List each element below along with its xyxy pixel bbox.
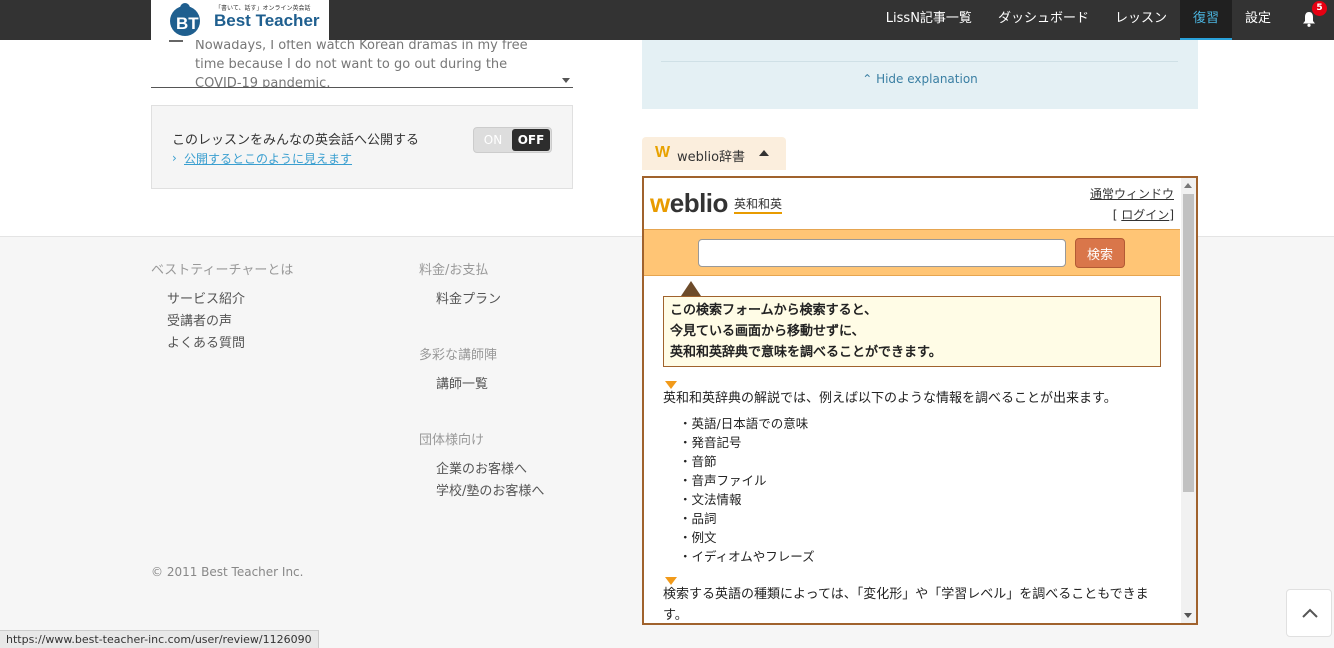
login-link[interactable]: ログイン bbox=[1121, 208, 1169, 222]
back-to-top-button[interactable] bbox=[1286, 589, 1332, 637]
publish-panel: このレッスンをみんなの英会話へ公開する ON OFF › 公開するとこのように見… bbox=[151, 105, 573, 189]
scrollbar-thumb[interactable] bbox=[1183, 194, 1194, 492]
main-nav: LissN記事一覧 ダッシュボード レッスン 復習 設定 5 bbox=[873, 0, 1334, 40]
list-item: 例文 bbox=[679, 528, 815, 547]
nav-lesson[interactable]: レッスン bbox=[1102, 0, 1180, 40]
chevron-up-icon bbox=[1302, 608, 1318, 618]
weblio-search-input[interactable] bbox=[698, 239, 1066, 267]
footer-link-faq[interactable]: よくある質問 bbox=[167, 332, 245, 351]
publish-label: このレッスンをみんなの英会話へ公開する bbox=[172, 133, 420, 148]
weblio-dictionary-frame: weblio 英和和英 通常ウィンドウ [ ログイン] 検索 この検索フォームか… bbox=[642, 176, 1198, 625]
weblio-search-button[interactable]: 検索 bbox=[1075, 238, 1125, 268]
weblio-dictionary-tab[interactable]: W weblio辞書 bbox=[642, 137, 786, 170]
hide-explanation-button[interactable]: ⌃ Hide explanation bbox=[642, 72, 1198, 86]
weblio-subtitle-link[interactable]: 英和和英 bbox=[734, 195, 783, 214]
explanation-panel: ⌃ Hide explanation bbox=[642, 40, 1198, 109]
weblio-scrollbar[interactable] bbox=[1181, 178, 1196, 623]
footer-heading-pricing: 料金/お支払 bbox=[419, 263, 489, 278]
weblio-feature-list: 英語/日本語での意味 発音記号 音節 音声ファイル 文法情報 品詞 例文 イディ… bbox=[679, 414, 815, 566]
explanation-divider bbox=[661, 61, 1178, 62]
weblio-search-bar: 検索 bbox=[644, 229, 1180, 276]
list-item: 音節 bbox=[679, 452, 815, 471]
list-item: 品詞 bbox=[679, 509, 815, 528]
footer-heading-about: ベストティーチャーとは bbox=[151, 263, 294, 278]
top-navigation-bar: BT 「書いて、話す」オンライン英会話 Best Teacher LissN記事… bbox=[0, 0, 1334, 40]
status-bar-url: https://www.best-teacher-inc.com/user/re… bbox=[0, 630, 319, 648]
scroll-down-icon bbox=[562, 78, 570, 83]
scroll-up-icon bbox=[1184, 183, 1192, 188]
text-area-scrollbar[interactable] bbox=[560, 40, 573, 87]
footer-link-voices[interactable]: 受講者の声 bbox=[167, 310, 232, 329]
weblio-w-icon: W bbox=[655, 144, 671, 161]
list-item: 英語/日本語での意味 bbox=[679, 414, 815, 433]
normal-window-link[interactable]: 通常ウィンドウ bbox=[1090, 185, 1174, 202]
toggle-on-label: ON bbox=[483, 133, 503, 147]
list-item: 音声ファイル bbox=[679, 471, 815, 490]
caret-up-icon bbox=[759, 150, 769, 156]
nav-lissn-articles[interactable]: LissN記事一覧 bbox=[873, 0, 985, 40]
footer-link-business[interactable]: 企業のお客様へ bbox=[436, 458, 527, 477]
scroll-down-icon bbox=[1184, 613, 1192, 618]
publish-toggle[interactable]: ON OFF bbox=[473, 127, 552, 153]
notification-badge: 5 bbox=[1312, 1, 1327, 16]
list-item: 発音記号 bbox=[679, 433, 815, 452]
best-teacher-logo[interactable]: BT 「書いて、話す」オンライン英会話 Best Teacher bbox=[151, 0, 329, 40]
answer-text: Nowadays, I often watch Korean dramas in… bbox=[195, 40, 528, 88]
nav-dashboard[interactable]: ダッシュボード bbox=[985, 0, 1102, 40]
svg-text:BT: BT bbox=[176, 14, 199, 33]
weblio-tab-label: weblio辞書 bbox=[677, 150, 746, 165]
answer-text-area[interactable]: Nowadays, I often watch Korean dramas in… bbox=[151, 40, 573, 88]
list-item: 文法情報 bbox=[679, 490, 815, 509]
notification-button[interactable]: 5 bbox=[1284, 0, 1334, 40]
logo-name: Best Teacher bbox=[214, 11, 320, 30]
copyright: © 2011 Best Teacher Inc. bbox=[151, 565, 304, 579]
bt-logo-icon: BT bbox=[170, 3, 200, 36]
publish-preview-link[interactable]: 公開するとこのように見えます bbox=[184, 150, 352, 167]
weblio-description: 英和和英辞典の解説では、例えば以下のような情報を調べることが出来ます。 bbox=[663, 391, 1117, 406]
text-marker bbox=[169, 40, 183, 42]
login-wrapper: [ ログイン] bbox=[1112, 208, 1174, 222]
footer-heading-teachers: 多彩な講師陣 bbox=[419, 348, 498, 363]
pointer-arrow-icon bbox=[681, 281, 701, 296]
list-item: イディオムやフレーズ bbox=[679, 547, 815, 566]
weblio-description-extra: 検索する英語の種類によっては、「変化形」や「学習レベル」を調べることもできます。 bbox=[663, 587, 1149, 623]
footer-link-service[interactable]: サービス紹介 bbox=[167, 288, 245, 307]
weblio-logo[interactable]: weblio bbox=[650, 188, 728, 219]
weblio-info-note: この検索フォームから検索すると、 今見ている画面から移動せずに、 英和和英辞典で… bbox=[663, 296, 1161, 367]
footer-link-schools[interactable]: 学校/塾のお客様へ bbox=[436, 480, 544, 499]
chevron-up-icon: ⌃ bbox=[862, 72, 877, 86]
nav-review[interactable]: 復習 bbox=[1179, 0, 1232, 40]
hide-explanation-label: Hide explanation bbox=[876, 72, 978, 86]
chevron-right-icon: › bbox=[172, 151, 177, 165]
weblio-header: weblio 英和和英 通常ウィンドウ [ ログイン] bbox=[644, 178, 1180, 229]
nav-settings[interactable]: 設定 bbox=[1232, 0, 1284, 40]
footer-link-plans[interactable]: 料金プラン bbox=[436, 288, 501, 307]
footer-heading-groups: 団体様向け bbox=[419, 433, 485, 448]
toggle-off-label: OFF bbox=[512, 129, 550, 151]
footer-link-teacher-list[interactable]: 講師一覧 bbox=[436, 373, 488, 392]
